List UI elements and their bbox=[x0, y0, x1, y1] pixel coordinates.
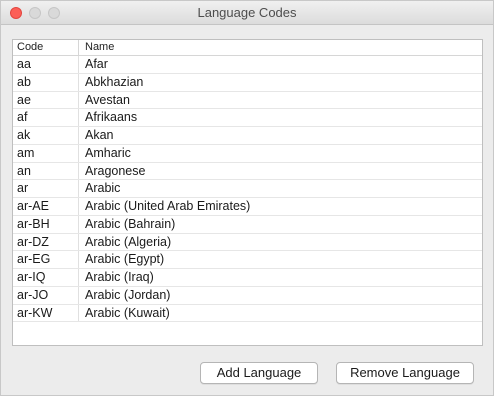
name-cell: Arabic (Jordan) bbox=[85, 287, 171, 302]
table-row[interactable]: aa Afar bbox=[13, 56, 482, 74]
table-row[interactable]: ar-KW Arabic (Kuwait) bbox=[13, 304, 482, 323]
table-row[interactable]: ar-IQ Arabic (Iraq) bbox=[13, 269, 482, 287]
column-header-name[interactable]: Name bbox=[79, 40, 482, 55]
table-row[interactable]: af Afrikaans bbox=[13, 109, 482, 127]
name-cell: Arabic bbox=[85, 181, 121, 196]
code-cell: ar-IQ bbox=[13, 269, 79, 286]
table-row[interactable]: ar-BH Arabic (Bahrain) bbox=[13, 215, 482, 234]
name-cell: Afrikaans bbox=[85, 110, 138, 125]
name-cell: Arabic (Iraq) bbox=[85, 270, 154, 284]
remove-language-button[interactable]: Remove Language bbox=[336, 362, 474, 384]
add-language-button[interactable]: Add Language bbox=[200, 362, 318, 384]
name-cell: Amharic bbox=[85, 145, 131, 160]
name-cell: Arabic (Kuwait) bbox=[85, 305, 170, 320]
code-cell: an bbox=[13, 162, 79, 180]
table-row[interactable]: ar-JO Arabic (Jordan) bbox=[13, 286, 482, 305]
code-cell: ar-JO bbox=[13, 286, 79, 304]
column-header-code[interactable]: Code bbox=[13, 40, 79, 55]
table-row[interactable]: ak Akan bbox=[13, 127, 482, 145]
code-cell: am bbox=[13, 144, 79, 162]
code-cell: ar-EG bbox=[13, 251, 79, 268]
code-cell: aa bbox=[13, 56, 79, 73]
name-cell: Avestan bbox=[85, 92, 130, 107]
code-cell: ar-KW bbox=[13, 304, 79, 322]
language-codes-table[interactable]: Code Name aa Afar ab Abkhazian ae Avestan af Af… bbox=[12, 39, 483, 346]
name-cell: Abkhazian bbox=[85, 74, 144, 89]
code-cell: ar-AE bbox=[13, 198, 79, 215]
name-cell: Arabic (Egypt) bbox=[85, 252, 165, 267]
language-codes-window: Language Codes Code Name aa Afar ab Abkhazi… bbox=[0, 0, 494, 396]
name-cell: Arabic (Algeria) bbox=[85, 234, 172, 249]
table-row[interactable]: ar Arabic bbox=[13, 180, 482, 198]
table-row[interactable]: an Aragonese bbox=[13, 162, 482, 181]
table-row[interactable]: ar-DZ Arabic (Algeria) bbox=[13, 233, 482, 252]
window-title: Language Codes bbox=[197, 5, 297, 20]
name-cell: Akan bbox=[85, 128, 114, 142]
name-cell: Arabic (Bahrain) bbox=[85, 216, 176, 231]
table-row[interactable]: ar-AE Arabic (United Arab Emirates) bbox=[13, 198, 482, 216]
code-cell: ak bbox=[13, 127, 79, 144]
code-cell: ae bbox=[13, 91, 79, 109]
name-cell: Afar bbox=[85, 57, 108, 71]
code-cell: ar-BH bbox=[13, 215, 79, 233]
name-cell: Arabic (United Arab Emirates) bbox=[85, 199, 251, 213]
table-row[interactable]: ae Avestan bbox=[13, 91, 482, 110]
code-cell: af bbox=[13, 109, 79, 126]
table-row[interactable]: ab Abkhazian bbox=[13, 73, 482, 92]
code-cell: ab bbox=[13, 73, 79, 91]
title-bar[interactable]: Language Codes bbox=[1, 1, 493, 25]
name-cell: Aragonese bbox=[85, 163, 146, 178]
table-row[interactable]: am Amharic bbox=[13, 144, 482, 163]
table-row[interactable]: ar-EG Arabic (Egypt) bbox=[13, 251, 482, 269]
table-body: aa Afar ab Abkhazian ae Avestan af Afrikaans ak A… bbox=[13, 56, 482, 323]
table-header: Code Name bbox=[13, 40, 482, 56]
code-cell: ar-DZ bbox=[13, 233, 79, 251]
code-cell: ar bbox=[13, 180, 79, 197]
